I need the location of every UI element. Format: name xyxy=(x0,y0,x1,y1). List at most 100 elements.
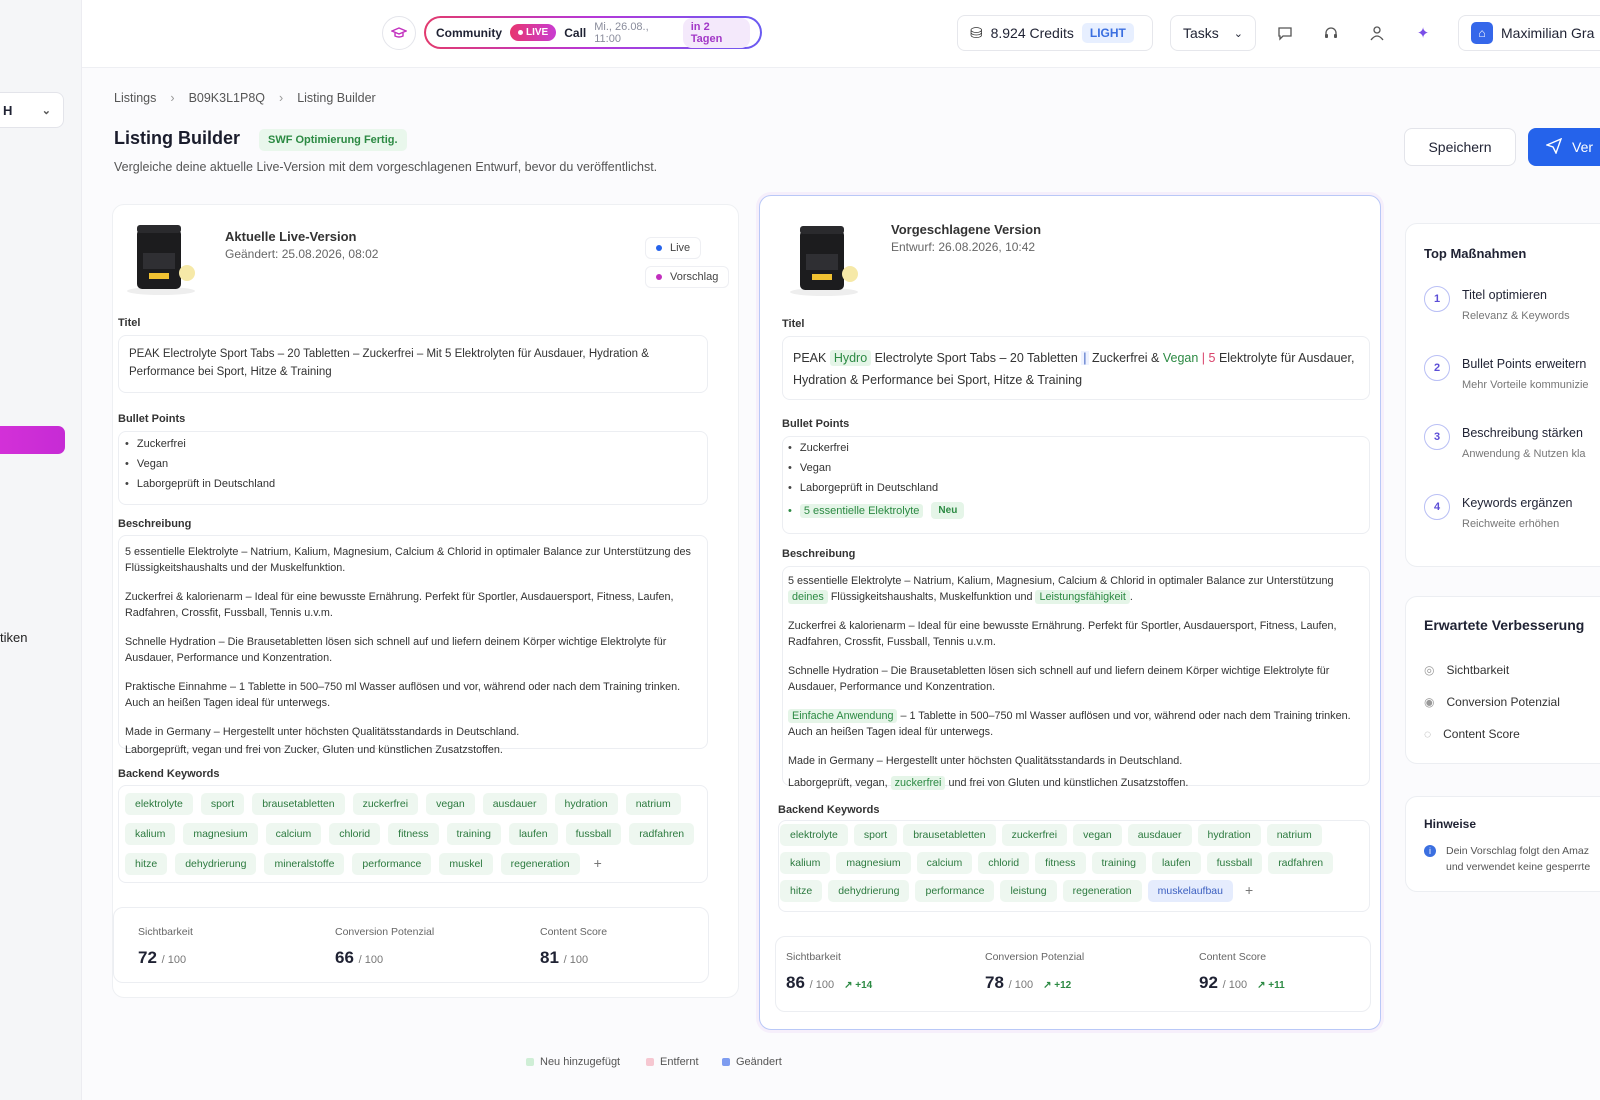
changed-text: | 5 xyxy=(1201,351,1216,365)
community-call-banner[interactable]: Community LIVE Call Mi., 26.08., 11:00 i… xyxy=(424,16,762,49)
legend-live: Live xyxy=(645,237,702,259)
keyword-chip[interactable]: brausetabletten xyxy=(252,793,345,815)
legend-suggestion: Vorschlag xyxy=(645,266,730,288)
tasks-dropdown[interactable]: Tasks ⌄ xyxy=(1170,15,1256,51)
keyword-chip[interactable]: magnesium xyxy=(183,823,258,845)
keyword-chip[interactable]: vegan xyxy=(426,793,475,815)
breadcrumb-asin[interactable]: B09K3L1P8Q xyxy=(189,91,265,105)
keyword-chip[interactable]: leistung xyxy=(1000,880,1057,902)
add-keyword-button[interactable]: + xyxy=(1239,880,1259,902)
keyword-chip[interactable]: hitze xyxy=(780,880,823,902)
send-icon xyxy=(1545,137,1563,157)
keyword-chip[interactable]: hitze xyxy=(125,853,168,875)
keyword-chip[interactable]: radfahren xyxy=(629,823,695,845)
added-text: Hydro xyxy=(829,350,872,366)
keyword-chip[interactable]: ausdauer xyxy=(482,793,547,815)
user-name: Maximilian Gra xyxy=(1501,25,1595,41)
user-menu[interactable]: ⌂ Maximilian Gra xyxy=(1458,15,1600,51)
current-version-card: Aktuelle Live-Version Geändert: 25.08.20… xyxy=(112,204,739,998)
keyword-chip[interactable]: calcium xyxy=(265,823,322,845)
score-content: Content Score 81 / 100 xyxy=(540,926,608,967)
sidebar: H ⌄ tiken xyxy=(0,0,82,1100)
keyword-chip[interactable]: chlorid xyxy=(329,823,381,845)
add-keyword-button[interactable]: + xyxy=(588,853,608,875)
publish-button[interactable]: Ver xyxy=(1528,128,1600,166)
user-icon[interactable] xyxy=(1366,22,1388,44)
keyword-chip[interactable]: sport xyxy=(200,793,245,815)
keyword-chip[interactable]: fitness xyxy=(1035,852,1086,874)
breadcrumb-listings[interactable]: Listings xyxy=(114,91,156,105)
current-title-text: PEAK Electrolyte Sport Tabs – 20 Tablett… xyxy=(129,348,649,378)
keyword-chip[interactable]: laufen xyxy=(508,823,558,845)
keyword-chip[interactable]: regeneration xyxy=(1062,880,1142,902)
sparkles-icon[interactable]: ✦ xyxy=(1412,22,1434,44)
action-step[interactable]: 4 Keywords ergänzen Reichweite erhöhen xyxy=(1424,494,1572,530)
hints-panel: Hinweise i Dein Vorschlag folgt den Amaz… xyxy=(1405,796,1600,892)
keyword-chip[interactable]: vegan xyxy=(1073,824,1122,846)
current-keywords: elektrolyte sport brausetabletten zuckerfre… xyxy=(125,793,695,875)
plan-badge: LIGHT xyxy=(1081,23,1134,43)
keyword-chip[interactable]: hydration xyxy=(1197,824,1261,846)
bullets-label: Bullet Points xyxy=(118,413,186,425)
save-button[interactable]: Speichern xyxy=(1404,128,1516,166)
page-subtitle: Vergleiche deine aktuelle Live-Version m… xyxy=(114,160,658,174)
graduation-cap-icon[interactable] xyxy=(382,16,416,50)
action-step[interactable]: 1 Titel optimieren Relevanz & Keywords xyxy=(1424,286,1570,322)
keyword-chip[interactable]: mineralstoffe xyxy=(264,853,345,875)
keyword-chip[interactable]: zuckerfrei xyxy=(1001,824,1068,846)
score-content: Content Score 92 / 100 ↗ +11 xyxy=(1199,951,1285,992)
description-paragraph: 5 essentielle Elektrolyte – Natrium, Kal… xyxy=(788,575,1334,604)
headset-icon[interactable] xyxy=(1320,22,1342,44)
action-step[interactable]: 3 Beschreibung stärken Anwendung & Nutzen… xyxy=(1424,424,1586,460)
keyword-chip[interactable]: muskel xyxy=(439,853,493,875)
keyword-chip[interactable]: brausetabletten xyxy=(903,824,996,846)
sidebar-item-label[interactable]: tiken xyxy=(0,630,27,645)
gauge-icon: ◌ xyxy=(1424,727,1432,741)
keyword-chip[interactable]: natrium xyxy=(1266,824,1322,846)
keyword-chip[interactable]: training xyxy=(446,823,501,845)
keyword-chip[interactable]: fitness xyxy=(388,823,439,845)
keywords-label: Backend Keywords xyxy=(778,804,880,816)
keyword-chip[interactable]: kalium xyxy=(125,823,176,845)
keyword-chip[interactable]: dehydrierung xyxy=(828,880,910,902)
keyword-chip[interactable]: performance xyxy=(352,853,432,875)
keywords-label: Backend Keywords xyxy=(118,768,220,780)
score-visibility: Sichtbarkeit 72 / 100 xyxy=(138,926,193,967)
keyword-chip[interactable]: calcium xyxy=(916,852,973,874)
action-step[interactable]: 2 Bullet Points erweitern Mehr Vorteile k… xyxy=(1424,355,1589,391)
keyword-chip[interactable]: elektrolyte xyxy=(780,824,848,846)
live-badge: LIVE xyxy=(510,24,557,41)
keyword-chip[interactable]: kalium xyxy=(780,852,831,874)
keyword-chip[interactable]: fussball xyxy=(565,823,622,845)
store-icon: ⌂ xyxy=(1471,22,1493,44)
keyword-chip[interactable]: training xyxy=(1091,852,1146,874)
keyword-chip[interactable]: sport xyxy=(853,824,898,846)
community-label: Community xyxy=(436,25,502,40)
keyword-chip[interactable]: elektrolyte xyxy=(125,793,193,815)
keyword-chip[interactable]: regeneration xyxy=(500,853,580,875)
keyword-chip[interactable]: performance xyxy=(915,880,995,902)
keyword-chip[interactable]: fussball xyxy=(1206,852,1263,874)
call-label: Call xyxy=(564,25,587,40)
keyword-chip[interactable]: hydration xyxy=(554,793,618,815)
call-date: Mi., 26.08., 11:00 xyxy=(594,20,649,45)
chat-icon[interactable] xyxy=(1274,22,1296,44)
keyword-chip-changed[interactable]: muskelaufbau xyxy=(1147,880,1233,902)
keyword-chip[interactable]: laufen xyxy=(1151,852,1201,874)
sidebar-account-select[interactable]: H ⌄ xyxy=(0,92,64,128)
sidebar-item-active[interactable] xyxy=(0,426,65,454)
keyword-chip[interactable]: radfahren xyxy=(1268,852,1334,874)
credits-display[interactable]: ⛁ 8.924 Credits LIGHT xyxy=(957,15,1153,51)
keyword-chip[interactable]: ausdauer xyxy=(1127,824,1192,846)
publish-label: Ver xyxy=(1572,139,1594,155)
keyword-chip[interactable]: chlorid xyxy=(978,852,1030,874)
keyword-chip[interactable]: dehydrierung xyxy=(175,853,257,875)
keyword-chip[interactable]: zuckerfrei xyxy=(352,793,419,815)
current-bullets: Zuckerfrei Vegan Laborgeprüft in Deutsch… xyxy=(125,438,275,498)
keyword-chip[interactable]: natrium xyxy=(625,793,681,815)
tasks-label: Tasks xyxy=(1183,25,1219,41)
description-paragraph: Schnelle Hydration – Die Brausetabletten… xyxy=(125,636,667,664)
keyword-chip[interactable]: magnesium xyxy=(836,852,911,874)
credits-value: 8.924 Credits xyxy=(990,25,1074,41)
breadcrumb: Listings › B09K3L1P8Q › Listing Builder xyxy=(114,91,376,105)
